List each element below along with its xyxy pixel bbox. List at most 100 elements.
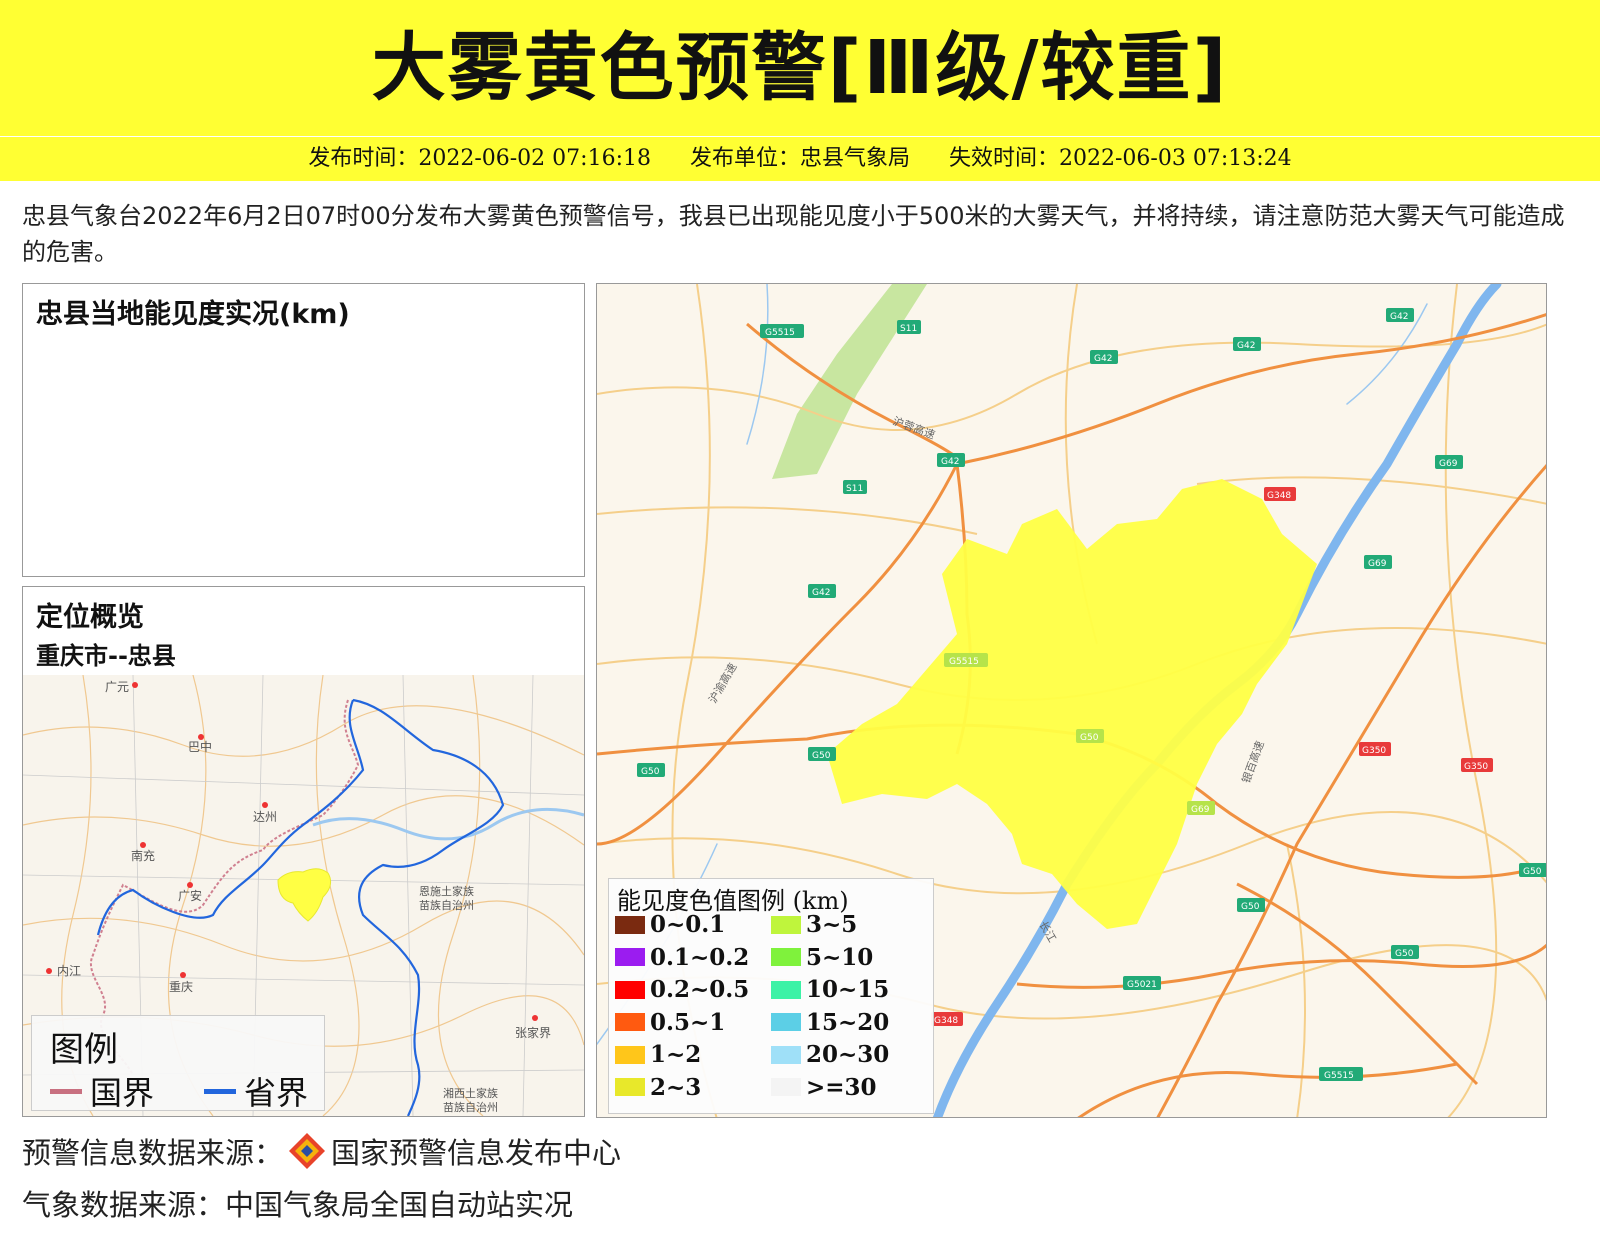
legend-national-border: 国界 (50, 1068, 154, 1114)
svg-text:G69: G69 (1368, 559, 1387, 569)
visibility-legend-label: 20~30 (806, 1041, 890, 1068)
publish-time: 发布时间：2022-06-02 07:16:18 (308, 146, 651, 171)
visibility-legend-item: 15~20 (771, 1009, 889, 1036)
visibility-legend-swatch (615, 980, 645, 999)
visibility-legend-swatch (771, 1013, 801, 1031)
visibility-legend-item: >=30 (771, 1074, 877, 1101)
visibility-legend-label: 5~10 (806, 943, 874, 971)
svg-text:G5515: G5515 (949, 657, 979, 667)
visibility-legend-label: 1~2 (650, 1041, 702, 1068)
warning-description: 忠县气象台2022年6月2日07时00分发布大雾黄色预警信号，我县已出现能见度小… (22, 202, 1565, 266)
svg-text:苗族自治州: 苗族自治州 (443, 1100, 498, 1114)
svg-text:G69: G69 (1439, 459, 1458, 469)
svg-text:G42: G42 (812, 588, 830, 598)
svg-text:G50: G50 (812, 751, 831, 761)
national-border-label: 国界 (90, 1074, 155, 1112)
province-border-swatch (204, 1088, 236, 1094)
visibility-legend-item: 0.5~1 (615, 1009, 725, 1036)
visibility-legend-item: 0.1~0.2 (615, 944, 749, 971)
svg-text:G69: G69 (1191, 805, 1210, 815)
visibility-legend-swatch (615, 1078, 645, 1096)
inset-legend: 图例 国界 省界 (31, 1015, 325, 1114)
svg-text:广安: 广安 (178, 888, 202, 903)
svg-text:G42: G42 (1237, 341, 1255, 351)
visibility-legend-label: 0.1~0.2 (650, 943, 750, 971)
visibility-legend-swatch (771, 1045, 801, 1064)
svg-text:G5515: G5515 (765, 328, 795, 338)
svg-text:湘西土家族: 湘西土家族 (443, 1086, 498, 1100)
visibility-legend-label: 2~3 (650, 1073, 702, 1101)
svg-text:苗族自治州: 苗族自治州 (419, 898, 474, 912)
visibility-legend-label: 0.2~0.5 (650, 976, 750, 1003)
nmc-logo-icon (289, 1133, 326, 1169)
svg-text:张家界: 张家界 (515, 1025, 551, 1040)
main-map[interactable]: G5515 S11 G42 G42 G42 G42 S11 G42 G69 G6… (596, 283, 1547, 1118)
svg-text:广元: 广元 (105, 680, 129, 694)
svg-text:S11: S11 (846, 484, 863, 494)
svg-text:G50: G50 (1523, 867, 1542, 877)
warning-banner: 大雾黄色预警[Ⅲ级/较重] (0, 0, 1600, 136)
svg-text:G42: G42 (941, 457, 959, 467)
visibility-legend-swatch (615, 1045, 645, 1064)
svg-text:G5021: G5021 (1127, 980, 1157, 990)
visibility-legend-label: 10~15 (806, 976, 890, 1003)
svg-text:G350: G350 (1362, 746, 1386, 756)
svg-text:G50: G50 (1080, 733, 1099, 743)
visibility-legend-item: 20~30 (771, 1041, 889, 1068)
warning-title: 大雾黄色预警[Ⅲ级/较重] (371, 25, 1229, 111)
visibility-legend-item: 0.2~0.5 (615, 976, 749, 1003)
svg-text:G348: G348 (934, 1016, 958, 1026)
publisher: 发布单位：忠县气象局 (689, 146, 910, 171)
warning-source-label: 预警信息数据来源： (22, 1136, 284, 1170)
svg-text:G42: G42 (1094, 354, 1112, 364)
location-panel-subtitle: 重庆市--忠县 (36, 642, 176, 670)
visibility-panel: 忠县当地能见度实况(km) (22, 283, 585, 577)
visibility-legend-item: 3~5 (771, 911, 857, 938)
expire-time: 失效时间：2022-06-03 07:13:24 (949, 146, 1292, 171)
visibility-legend-item: 0~0.1 (615, 911, 725, 938)
visibility-legend-swatch (615, 1013, 645, 1031)
visibility-panel-title: 忠县当地能见度实况(km) (36, 299, 350, 330)
svg-text:达州: 达州 (253, 810, 277, 824)
visibility-legend-label: 3~5 (806, 911, 858, 938)
svg-text:S11: S11 (900, 324, 917, 334)
svg-text:G50: G50 (1241, 902, 1260, 912)
legend-province-border: 省界 (204, 1068, 308, 1114)
visibility-legend-item: 10~15 (771, 976, 889, 1003)
svg-text:巴中: 巴中 (188, 739, 212, 754)
visibility-legend: 能见度色值图例 (km) 0~0.1 0.1~0.2 0.2~0.5 0.5~1 1~2… (608, 878, 934, 1114)
inset-legend-title: 图例 (50, 1030, 118, 1070)
visibility-legend-swatch (771, 1078, 801, 1096)
location-map[interactable]: 广元 巴中 达州 南充 广安 内江 重庆 恩施土家族 苗族自治州 张家界 湘西土… (23, 675, 584, 1116)
svg-text:内江: 内江 (57, 964, 81, 978)
weather-source: 气象数据来源：中国气象局全国自动站实况 (22, 1188, 574, 1222)
svg-text:G5515: G5515 (1324, 1071, 1354, 1081)
visibility-legend-swatch (771, 915, 801, 934)
visibility-legend-item: 1~2 (615, 1041, 701, 1068)
warning-source-org[interactable]: 国家预警信息发布中心 (331, 1130, 621, 1172)
svg-text:G50: G50 (641, 767, 660, 777)
visibility-legend-swatch (615, 915, 645, 934)
visibility-legend-item: 5~10 (771, 944, 873, 971)
visibility-legend-swatch (615, 948, 645, 966)
warning-source: 预警信息数据来源： 国家预警信息发布中心 (22, 1130, 621, 1172)
visibility-legend-item: 2~3 (615, 1074, 701, 1101)
svg-text:G50: G50 (1395, 949, 1414, 959)
visibility-legend-label: 15~20 (806, 1008, 890, 1036)
visibility-legend-swatch (771, 948, 801, 966)
visibility-legend-label: 0~0.1 (650, 911, 726, 938)
location-panel: 定位概览 重庆市--忠县 广元 巴中 达州 南充 广安 内江 重庆 恩施土家族 … (22, 586, 585, 1117)
svg-text:恩施土家族: 恩施土家族 (419, 884, 474, 898)
location-panel-title: 定位概览 (36, 602, 144, 633)
meta-bar: 发布时间：2022-06-02 07:16:18 发布单位：忠县气象局 失效时间… (0, 137, 1600, 181)
visibility-legend-swatch (771, 980, 801, 999)
svg-text:G348: G348 (1267, 491, 1291, 501)
national-border-swatch (50, 1088, 82, 1094)
visibility-legend-label: >=30 (806, 1073, 877, 1101)
visibility-legend-label: 0.5~1 (650, 1008, 726, 1036)
svg-text:南充: 南充 (131, 848, 155, 863)
svg-text:重庆: 重庆 (169, 980, 193, 994)
svg-text:G350: G350 (1464, 762, 1488, 772)
svg-text:G42: G42 (1390, 312, 1408, 322)
province-border-label: 省界 (244, 1074, 309, 1112)
